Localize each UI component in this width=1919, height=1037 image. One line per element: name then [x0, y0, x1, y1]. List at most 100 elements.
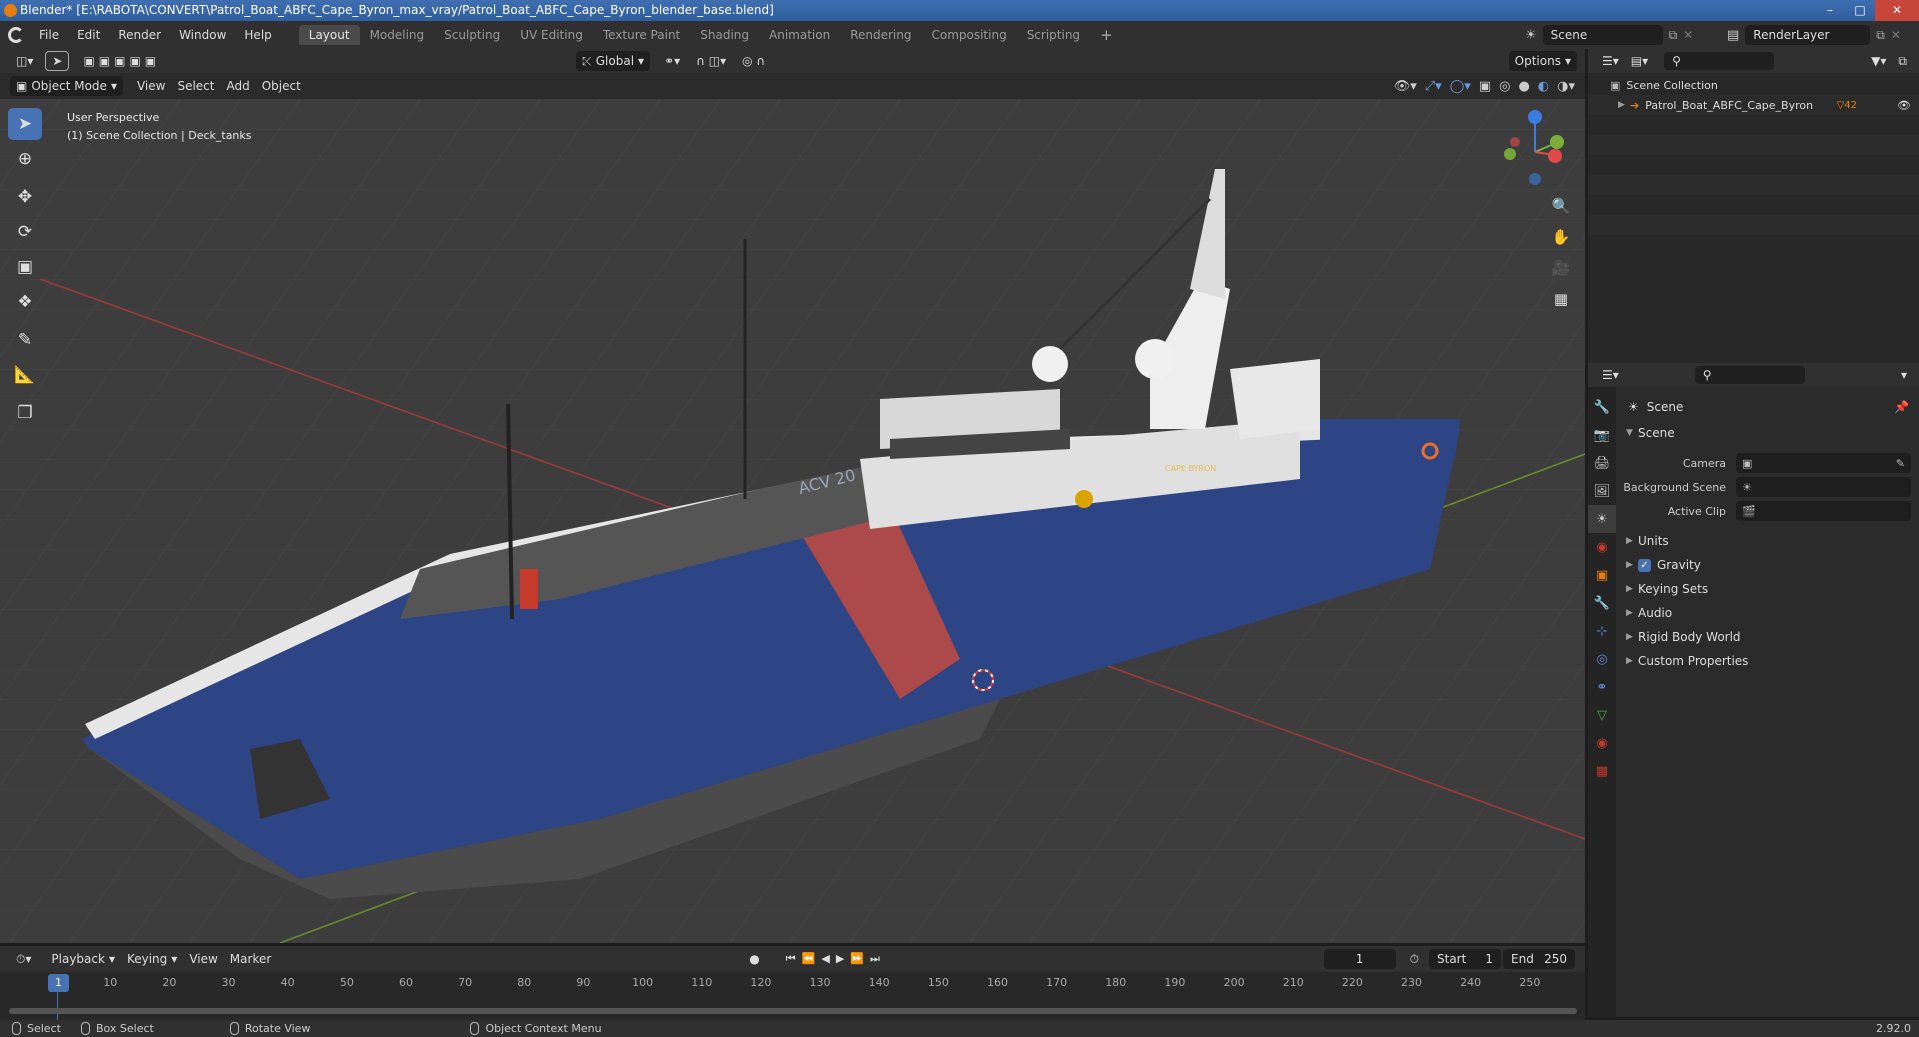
tab-shading[interactable]: Shading: [690, 25, 759, 45]
measure-tool-icon[interactable]: 📐: [8, 359, 42, 391]
scene-panel-header[interactable]: ▼ Scene: [1616, 421, 1919, 445]
material-tab-icon[interactable]: ◉: [1588, 729, 1616, 757]
pin-icon[interactable]: 📌: [1894, 400, 1909, 414]
units-panel[interactable]: ▶ Units: [1616, 529, 1919, 553]
gizmo-toggle-icon[interactable]: ⤢▾: [1425, 79, 1442, 94]
output-tab-icon[interactable]: 🖨: [1588, 449, 1616, 477]
xray-icon[interactable]: ▣: [1479, 79, 1491, 94]
end-frame-field[interactable]: End 250: [1503, 949, 1575, 969]
outliner-editor-icon[interactable]: ☰▾: [1596, 51, 1625, 71]
expand-caret-icon[interactable]: ▶: [1618, 100, 1630, 110]
start-frame-field[interactable]: Start 1: [1429, 949, 1501, 969]
visibility-eye-icon[interactable]: 👁: [1897, 99, 1911, 112]
transform-orientation-dropdown[interactable]: ⤪ Global ▾: [576, 51, 651, 71]
physics-tab-icon[interactable]: ◎: [1588, 645, 1616, 673]
playback-menu[interactable]: Playback ▾: [45, 949, 121, 969]
material-shading-icon[interactable]: ◐: [1538, 79, 1549, 94]
rigid-body-world-panel[interactable]: ▶ Rigid Body World: [1616, 625, 1919, 649]
object-tab-icon[interactable]: ▣: [1588, 561, 1616, 589]
add-menu[interactable]: Add: [220, 76, 255, 96]
mode-dropdown[interactable]: ▣ Object Mode ▾: [10, 76, 123, 96]
display-mode-icon[interactable]: ▤▾: [1625, 51, 1654, 71]
ortho-grid-icon[interactable]: ▦: [1548, 286, 1574, 312]
menu-window[interactable]: Window: [170, 28, 235, 42]
add-cube-tool-icon[interactable]: ❐: [8, 397, 42, 429]
outliner-row-scene-collection[interactable]: ▣ Scene Collection: [1588, 75, 1919, 95]
outliner-search-input[interactable]: ⚲: [1664, 52, 1775, 70]
view-layer-tab-icon[interactable]: 🖼: [1588, 477, 1616, 505]
snap-icon[interactable]: ∩ ◫▾: [690, 51, 732, 71]
clock-icon[interactable]: ⏱: [1404, 949, 1425, 969]
world-tab-icon[interactable]: ◉: [1588, 533, 1616, 561]
select-tool-icon[interactable]: ➤: [45, 51, 70, 71]
outliner-row-boat[interactable]: ▶ ➔ Patrol_Boat_ABFC_Cape_Byron ▽42 👁: [1588, 95, 1919, 115]
scene-field[interactable]: Scene: [1542, 25, 1663, 45]
timeline-editor-icon[interactable]: ⏱▾: [10, 949, 37, 969]
scale-tool-icon[interactable]: ▣: [8, 251, 42, 283]
eyedropper-icon[interactable]: ✎: [1896, 457, 1905, 470]
transform-tool-icon[interactable]: ❖: [8, 286, 42, 318]
visibility-icon[interactable]: 👁▾: [1394, 79, 1417, 94]
keying-sets-panel[interactable]: ▶ Keying Sets: [1616, 577, 1919, 601]
timeline-scrollbar[interactable]: [9, 1008, 1577, 1014]
overlays-icon[interactable]: ◯▾: [1450, 79, 1471, 94]
menu-render[interactable]: Render: [109, 28, 170, 42]
cursor-tool-icon[interactable]: ⊕: [8, 143, 42, 175]
select-menu[interactable]: Select: [171, 76, 220, 96]
tool-tab-icon[interactable]: 🔧: [1588, 393, 1616, 421]
tab-rendering[interactable]: Rendering: [840, 25, 921, 45]
tab-modeling[interactable]: Modeling: [360, 25, 435, 45]
rotate-tool-icon[interactable]: ⟳: [8, 216, 42, 248]
close-button[interactable]: ✕: [1875, 0, 1919, 21]
playhead[interactable]: 1: [48, 974, 69, 992]
playback-controls[interactable]: ⏮⏪◀▶⏩⏭: [780, 949, 892, 969]
add-workspace-icon[interactable]: +: [1090, 23, 1123, 47]
gravity-checkbox[interactable]: ✓: [1638, 558, 1651, 572]
new-collection-icon[interactable]: ⧉: [1892, 51, 1913, 71]
tab-layout[interactable]: Layout: [298, 25, 360, 45]
tab-sculpting[interactable]: Sculpting: [434, 25, 510, 45]
selection-mode-icons[interactable]: ▣▣▣▣▣: [77, 51, 166, 71]
camera-field[interactable]: ▣ ✎: [1736, 453, 1911, 473]
menu-edit[interactable]: Edit: [68, 28, 109, 42]
properties-search-input[interactable]: ⚲: [1694, 366, 1805, 384]
3d-viewport[interactable]: CAPE BYRON ACV 20: [0, 99, 1585, 943]
properties-options-icon[interactable]: ▾: [1895, 365, 1913, 385]
select-box-tool-icon[interactable]: ➤: [8, 108, 42, 140]
menu-help[interactable]: Help: [235, 28, 280, 42]
remove-scene-icon[interactable]: ✕: [1683, 28, 1693, 42]
menu-file[interactable]: File: [30, 28, 68, 42]
editor-type-icon[interactable]: ◫▾: [10, 51, 39, 71]
gravity-panel[interactable]: ▶ ✓ Gravity: [1616, 553, 1919, 577]
particles-tab-icon[interactable]: ⊹: [1588, 617, 1616, 645]
pivot-point-icon[interactable]: ⚭▾: [658, 51, 686, 71]
camera-view-icon[interactable]: 🎥: [1548, 255, 1574, 281]
constraints-tab-icon[interactable]: ⚭: [1588, 673, 1616, 701]
data-tab-icon[interactable]: ▽: [1588, 701, 1616, 729]
remove-renderlayer-icon[interactable]: ✕: [1891, 28, 1901, 42]
pan-hand-icon[interactable]: ✋: [1548, 224, 1574, 250]
view-menu[interactable]: View: [131, 76, 171, 96]
modifiers-tab-icon[interactable]: 🔧: [1588, 589, 1616, 617]
options-dropdown[interactable]: Options ▾: [1508, 51, 1577, 71]
tab-uv-editing[interactable]: UV Editing: [510, 25, 593, 45]
move-tool-icon[interactable]: ✥: [8, 181, 42, 213]
rendered-shading-icon[interactable]: ◑▾: [1557, 79, 1575, 94]
renderlayer-field[interactable]: RenderLayer: [1745, 25, 1871, 45]
filter-icon[interactable]: ▼▾: [1865, 51, 1892, 71]
zoom-icon[interactable]: 🔍: [1548, 193, 1574, 219]
proportional-edit-icon[interactable]: ◎ ∩: [736, 51, 771, 71]
scene-tab-icon[interactable]: ☀: [1588, 505, 1616, 533]
keying-menu[interactable]: Keying ▾: [121, 949, 183, 969]
audio-panel[interactable]: ▶ Audio: [1616, 601, 1919, 625]
new-scene-icon[interactable]: ⧉: [1669, 28, 1678, 43]
tab-compositing[interactable]: Compositing: [921, 25, 1016, 45]
tab-scripting[interactable]: Scripting: [1017, 25, 1090, 45]
tab-animation[interactable]: Animation: [759, 25, 840, 45]
render-tab-icon[interactable]: 📷: [1588, 421, 1616, 449]
maximize-button[interactable]: □: [1845, 0, 1875, 21]
record-icon[interactable]: ●: [743, 949, 765, 969]
annotate-tool-icon[interactable]: ✎: [8, 324, 42, 356]
properties-editor-icon[interactable]: ☰▾: [1596, 365, 1625, 385]
solid-shading-icon[interactable]: ●: [1518, 79, 1529, 94]
